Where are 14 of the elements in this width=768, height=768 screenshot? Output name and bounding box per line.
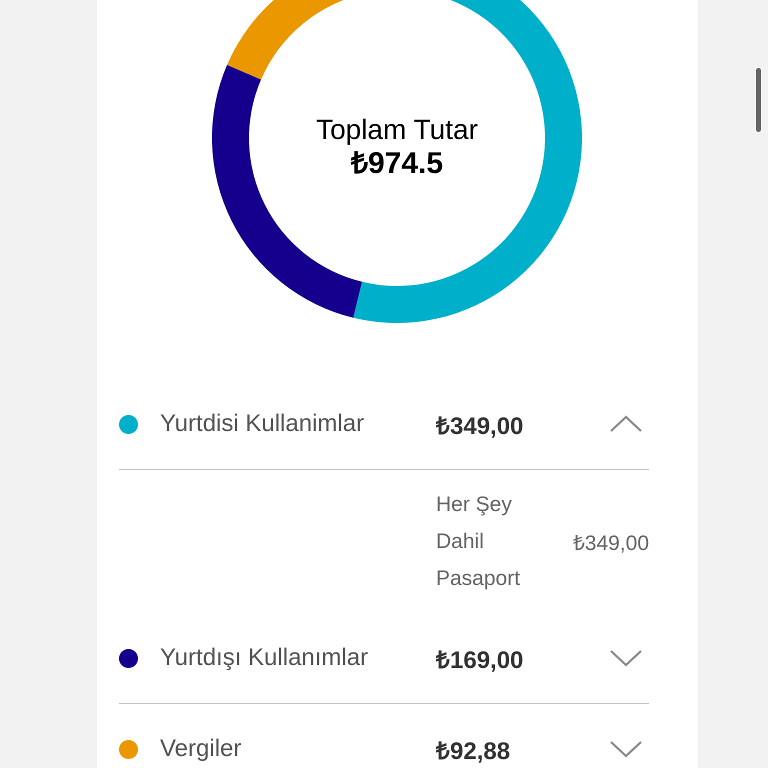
category-name: Yurtdışı Kullanımlar (160, 644, 370, 672)
expand-chevron-icon[interactable] (609, 739, 643, 759)
total-amount: ₺974.5 (350, 147, 444, 181)
category-amount: ₺92,88 (436, 736, 512, 766)
detail-label: Her Şey Dahil Pasaport (436, 492, 522, 592)
category-amount: ₺169,00 (436, 646, 524, 674)
total-label: Toplam Tutar (316, 113, 478, 147)
scrollbar (756, 68, 761, 132)
detail-amount: ₺349,00 (572, 530, 649, 556)
category-name: Yurtdisi Kullanimlar (160, 410, 366, 438)
collapse-chevron-icon[interactable] (609, 414, 643, 434)
category-name: Vergiler (160, 735, 242, 763)
category-amount: ₺349,00 (436, 412, 524, 440)
expand-chevron-icon[interactable] (609, 648, 643, 668)
